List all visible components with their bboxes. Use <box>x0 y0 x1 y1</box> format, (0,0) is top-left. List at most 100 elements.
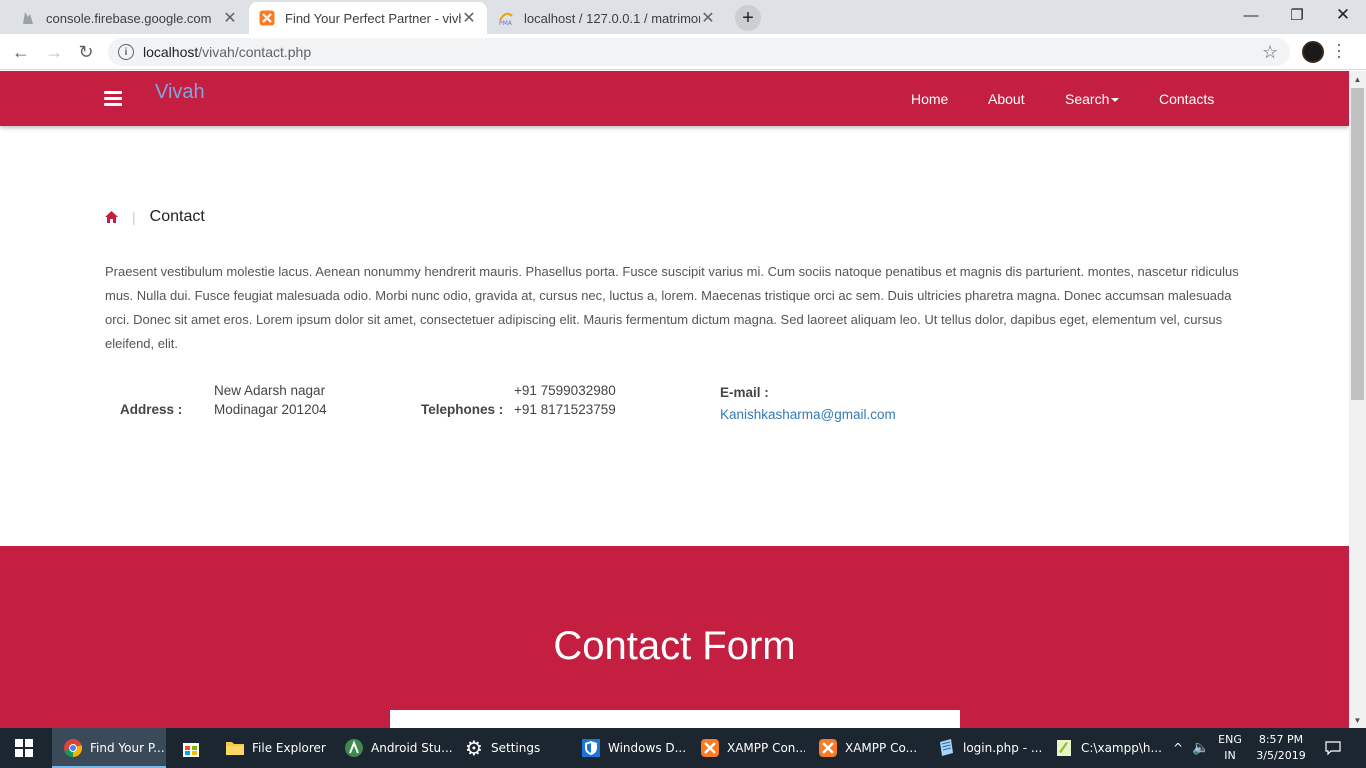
taskbar-item-settings[interactable]: ⚙ Settings <box>453 728 569 768</box>
gear-icon: ⚙ <box>465 736 483 760</box>
taskbar-label: C:\xampp\h... <box>1081 741 1161 755</box>
contact-form-heading: Contact Form <box>553 624 796 668</box>
hamburger-menu-icon[interactable] <box>104 91 122 106</box>
phpmyadmin-favicon-icon: PMA <box>498 10 514 26</box>
lang-line2: IN <box>1224 749 1236 762</box>
taskbar-item-xampp-1[interactable]: XAMPP Con... <box>689 728 805 768</box>
taskbar-label: File Explorer <box>252 741 326 755</box>
contact-form-section: Contact Form <box>0 546 1349 728</box>
windows-start-button[interactable] <box>0 728 48 768</box>
taskbar-item-windows-defender[interactable]: Windows D... <box>570 728 688 768</box>
shield-icon <box>580 737 602 759</box>
minimize-icon[interactable]: — <box>1228 0 1274 30</box>
profile-avatar[interactable] <box>1302 41 1324 63</box>
breadcrumb-separator: | <box>132 209 136 225</box>
tab-title: localhost / 127.0.0.1 / matrimony <box>524 10 700 26</box>
notepadpp-icon <box>1053 737 1075 759</box>
taskbar-item-notepadpp[interactable]: C:\xampp\h... <box>1043 728 1161 768</box>
clock-time: 8:57 PM <box>1258 733 1304 746</box>
nav-search-label: Search <box>1065 91 1110 107</box>
scroll-up-arrow-icon[interactable]: ▲ <box>1349 71 1366 87</box>
breadcrumb: | Contact <box>105 208 205 226</box>
taskbar-label: Settings <box>491 741 541 755</box>
address-bar: ← → ↻ i localhost/vivah/contact.php ☆ · ·… <box>0 34 1366 70</box>
page-viewport: Vivah Home About Search Contacts | Conta… <box>0 71 1349 728</box>
address-line2: Modinagar 201204 <box>214 402 327 417</box>
tray-chevron-up-icon[interactable]: ^ <box>1168 728 1188 768</box>
browser-menu-icon[interactable]: · · · <box>1336 35 1342 65</box>
nav-home-link[interactable]: Home <box>911 91 948 107</box>
intro-paragraph: Praesent vestibulum molestie lacus. Aene… <box>105 264 1239 351</box>
lang-line1: ENG <box>1218 733 1242 746</box>
chrome-icon <box>62 737 84 759</box>
clock-date: 3/5/2019 <box>1256 749 1306 762</box>
new-tab-button[interactable]: + <box>735 5 761 31</box>
firebase-favicon-icon <box>20 10 36 26</box>
xampp-icon <box>817 737 839 759</box>
close-tab-icon[interactable]: ✕ <box>461 8 477 28</box>
phone-label: Telephones : <box>421 402 504 417</box>
taskbar-label: login.php - ... <box>963 741 1043 755</box>
close-window-icon[interactable]: ✕ <box>1320 0 1366 30</box>
tab-title: Find Your Perfect Partner - vivha <box>285 10 461 26</box>
taskbar-item-store[interactable] <box>170 728 214 768</box>
taskbar-label: Android Stu... <box>371 741 453 755</box>
folder-icon <box>224 737 246 759</box>
tab-firebase[interactable]: console.firebase.google.com ✕ <box>10 2 248 34</box>
site-info-icon[interactable]: i <box>118 44 134 60</box>
scrollbar-thumb[interactable] <box>1351 88 1364 400</box>
restore-icon[interactable]: ❐ <box>1274 0 1320 30</box>
taskbar-item-chrome[interactable]: Find Your P... <box>52 728 166 768</box>
windows-taskbar: Find Your P... File Explorer Android Stu… <box>0 728 1366 768</box>
scroll-down-arrow-icon[interactable]: ▼ <box>1349 712 1366 728</box>
email-label: E-mail : <box>720 385 769 400</box>
system-clock[interactable]: 8:57 PM 3/5/2019 <box>1248 732 1314 764</box>
site-navbar: Vivah Home About Search Contacts <box>0 71 1349 126</box>
breadcrumb-current: Contact <box>149 208 205 225</box>
xampp-icon <box>699 737 721 759</box>
url-input[interactable]: i localhost/vivah/contact.php <box>108 38 1290 66</box>
taskbar-label: XAMPP Co... <box>845 741 918 755</box>
notepad-icon <box>935 737 957 759</box>
site-brand[interactable]: Vivah <box>155 81 205 104</box>
contact-form-box[interactable] <box>390 710 960 728</box>
tab-vivah[interactable]: Find Your Perfect Partner - vivha ✕ <box>249 2 487 34</box>
url-path: /vivah/contact.php <box>198 44 312 60</box>
home-icon[interactable] <box>105 211 118 223</box>
xampp-favicon-icon <box>259 10 275 26</box>
action-center-icon[interactable] <box>1320 728 1346 768</box>
browser-tab-strip: console.firebase.google.com ✕ Find Your … <box>0 0 1366 34</box>
close-tab-icon[interactable]: ✕ <box>222 8 238 28</box>
phone-1: +91 7599032980 <box>514 383 616 398</box>
close-tab-icon[interactable]: ✕ <box>700 8 716 28</box>
phone-2: +91 8171523759 <box>514 402 616 417</box>
volume-icon[interactable]: 🔈 <box>1190 728 1212 768</box>
taskbar-item-android-studio[interactable]: Android Stu... <box>333 728 453 768</box>
windows-logo-icon <box>15 739 33 757</box>
page-scrollbar[interactable]: ▲ ▼ <box>1349 71 1366 728</box>
language-indicator[interactable]: ENG IN <box>1214 732 1246 764</box>
taskbar-item-file-explorer[interactable]: File Explorer <box>214 728 330 768</box>
nav-search-dropdown[interactable]: Search <box>1065 91 1120 107</box>
nav-contacts-link[interactable]: Contacts <box>1159 91 1214 107</box>
email-link[interactable]: Kanishkasharma@gmail.com <box>720 407 896 422</box>
bookmark-star-icon[interactable]: ☆ <box>1262 42 1278 63</box>
taskbar-label: Find Your P... <box>90 741 165 755</box>
taskbar-item-notepad[interactable]: login.php - ... <box>925 728 1043 768</box>
taskbar-label: Windows D... <box>608 741 687 755</box>
address-line1: New Adarsh nagar <box>214 383 326 398</box>
address-label: Address : <box>120 402 183 417</box>
back-arrow-icon[interactable]: ← <box>9 40 33 64</box>
taskbar-label: XAMPP Con... <box>727 741 805 755</box>
store-icon <box>180 737 202 759</box>
reload-icon[interactable]: ↻ <box>74 40 98 64</box>
nav-about-link[interactable]: About <box>988 91 1025 107</box>
taskbar-item-xampp-2[interactable]: XAMPP Co... <box>807 728 923 768</box>
forward-arrow-icon[interactable]: → <box>42 40 66 64</box>
svg-text:PMA: PMA <box>499 20 513 26</box>
url-host: localhost <box>143 44 199 60</box>
tab-title: console.firebase.google.com <box>46 10 212 26</box>
android-studio-icon <box>343 737 365 759</box>
caret-down-icon <box>1111 98 1120 103</box>
tab-phpmyadmin[interactable]: PMA localhost / 127.0.0.1 / matrimony ✕ <box>488 2 726 34</box>
